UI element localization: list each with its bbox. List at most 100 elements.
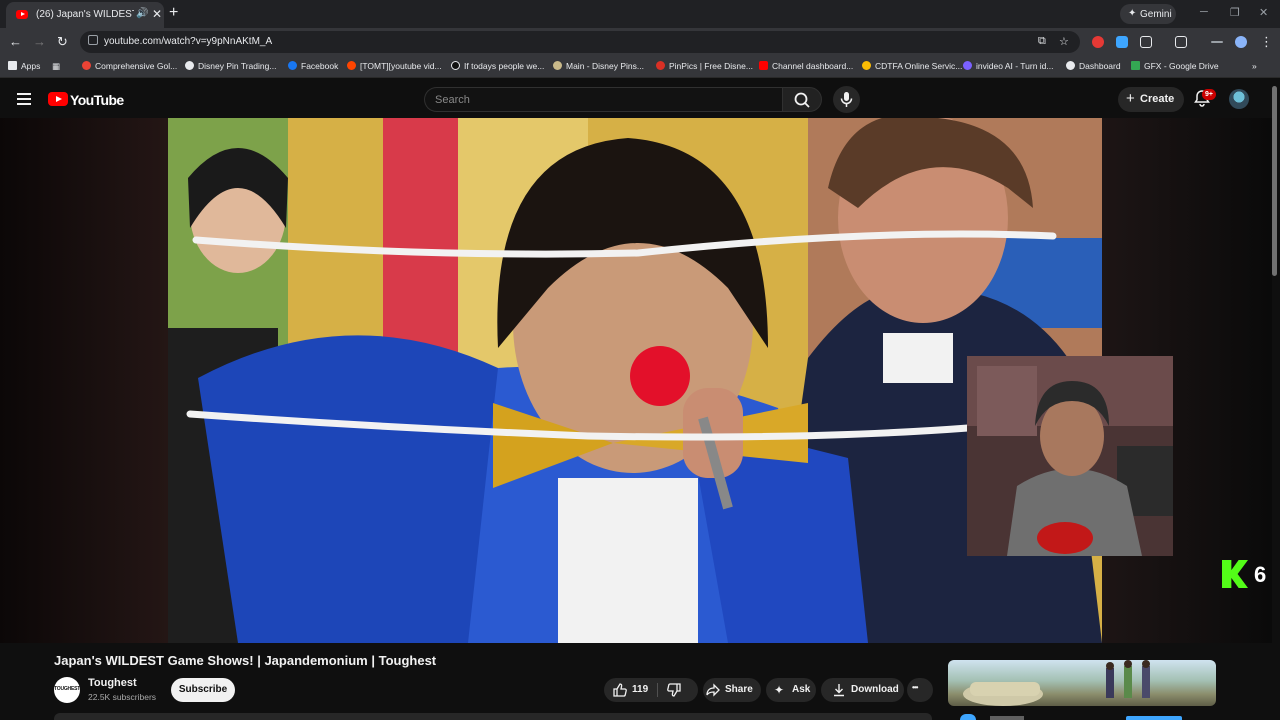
bookmark-item[interactable]: Disney Pin Trading... [185,61,276,71]
share-button[interactable]: Share [703,678,761,702]
plus-icon: + [1126,90,1135,107]
ambient-glow-left [0,118,168,643]
like-button[interactable] [612,682,628,701]
dislike-button[interactable] [666,682,682,701]
bookmark-label: Apps [21,61,41,71]
profile-icon[interactable] [1235,36,1247,48]
youtube-favicon-icon [16,10,28,19]
related-badge [1126,716,1182,720]
tab-groups-icon[interactable]: ▦ [52,61,60,72]
close-window-icon[interactable]: ✕ [1259,6,1268,19]
bookmark-item[interactable]: Dashboard [1066,61,1121,71]
bookmark-label: Channel dashboard... [772,61,854,71]
bookmark-label: Disney Pin Trading... [198,61,277,71]
share-arrow-icon [705,682,721,701]
browser-tab-strip: (26) Japan's WILDEST Game Shows! | Japan… [0,0,1280,28]
gemini-label: Gemini [1140,9,1172,20]
streamer-webcam-image [967,356,1173,556]
extensions-puzzle-icon[interactable] [1140,36,1152,48]
gemini-button[interactable]: ✦ Gemini [1120,4,1176,24]
bookmark-apps[interactable]: Apps [8,61,40,71]
bookmark-item[interactable]: CDTFA Online Servic... [862,61,962,71]
bookmark-item[interactable]: Facebook [288,61,338,71]
subscriber-count: 22.5K subscribers [88,692,157,702]
hamburger-menu-icon[interactable] [17,93,31,105]
bookmark-favicon-icon [82,61,91,70]
bookmark-label: [TOMT][youtube vid... [360,61,442,71]
side-panel-icon[interactable] [1175,36,1187,48]
create-label: Create [1140,93,1175,105]
voice-search-button[interactable] [833,86,860,113]
search-icon [794,92,810,108]
address-bar[interactable]: youtube.com/watch?v=y9pNnAKtM_A ⧉ ☆ [80,31,1080,53]
minimize-window-icon[interactable]: ─ [1200,6,1208,18]
reddit-icon [347,61,356,70]
microphone-icon [840,92,853,107]
audio-playing-icon[interactable]: 🔊 [136,8,148,19]
account-avatar[interactable] [1229,89,1249,109]
search-button[interactable] [782,87,822,112]
download-button[interactable]: Download [821,678,904,702]
webcam-overlay [967,356,1173,556]
forward-arrow-icon[interactable]: → [33,34,46,49]
youtube-logo-icon[interactable] [48,92,68,106]
bookmarks-bar: Apps ▦ Comprehensive Gol... Disney Pin T… [0,56,1280,78]
bookmark-item[interactable]: GFX - Google Drive [1131,61,1219,71]
like-count[interactable]: 119 [632,684,648,695]
youtube-wordmark[interactable]: YouTube [70,92,124,108]
create-button[interactable]: + Create [1118,87,1184,112]
bookmark-item[interactable]: invideo AI - Turn id... [963,61,1053,71]
bookmark-item[interactable]: PinPics | Free Disne... [656,61,753,71]
related-video-row[interactable] [948,712,1216,720]
media-controls-icon[interactable] [1211,41,1223,43]
bookmark-label: Comprehensive Gol... [95,61,178,71]
bookmark-star-icon[interactable]: ☆ [1059,35,1069,48]
more-actions-button[interactable]: ••• [907,678,933,702]
dashboard-favicon-icon [1066,61,1075,70]
download-arrow-icon [831,682,847,701]
google-drive-icon [1131,61,1140,70]
bookmark-label: Facebook [301,61,339,71]
bookmark-item[interactable]: [TOMT][youtube vid... [347,61,442,71]
page-scrollbar[interactable] [1272,86,1277,276]
site-info-icon[interactable] [88,35,98,45]
browser-tab-active[interactable]: (26) Japan's WILDEST Game Shows! | Japan… [6,2,164,28]
thumbs-up-icon [613,683,627,697]
extension-blue-icon[interactable] [1116,36,1128,48]
close-tab-icon[interactable]: ✕ [152,7,162,21]
kick-counter-number: 6 [1254,562,1267,587]
ask-button[interactable]: ✦ Ask [766,678,816,702]
back-arrow-icon[interactable]: ← [9,34,22,49]
bookmark-item[interactable]: If todays people we... [451,61,544,71]
channel-avatar[interactable]: TOUGHEST [54,677,80,703]
video-frame[interactable] [168,118,1102,643]
bookmark-item[interactable]: Main - Disney Pins... [553,61,644,71]
reload-icon[interactable]: ↻ [57,34,68,50]
subscribe-button[interactable]: Subscribe [171,678,235,702]
notification-count-badge: 9+ [1202,89,1216,100]
related-video-thumbnail[interactable] [948,660,1216,706]
youtube-studio-icon [759,61,768,70]
description-box[interactable] [54,713,932,720]
search-input[interactable] [435,92,765,108]
restore-window-icon[interactable]: ❐ [1230,6,1240,19]
channel-name[interactable]: Toughest [88,677,137,689]
thumbs-down-icon [667,683,681,697]
address-url[interactable]: youtube.com/watch?v=y9pNnAKtM_A [104,36,272,47]
search-box[interactable] [424,87,782,112]
extension-red-icon[interactable] [1092,36,1104,48]
invideo-icon [963,61,972,70]
new-tab-button[interactable]: + [169,4,178,22]
download-label: Download [851,684,899,695]
more-dots-icon: ••• [912,683,918,692]
like-dislike-divider [657,683,658,697]
chrome-menu-icon[interactable]: ⋮ [1260,34,1273,50]
browser-tab-title: (26) Japan's WILDEST Game Shows! | Japan… [36,9,134,20]
bookmark-item[interactable]: Channel dashboard... [759,61,853,71]
video-title: Japan's WILDEST Game Shows! | Japandemon… [54,653,437,668]
cast-icon[interactable]: ⧉ [1038,35,1046,48]
pinpics-icon [656,61,665,70]
bookmarks-overflow-button[interactable]: » [1252,61,1257,71]
bookmark-item[interactable]: Comprehensive Gol... [82,61,177,71]
video-player[interactable]: 6 [0,118,1272,643]
